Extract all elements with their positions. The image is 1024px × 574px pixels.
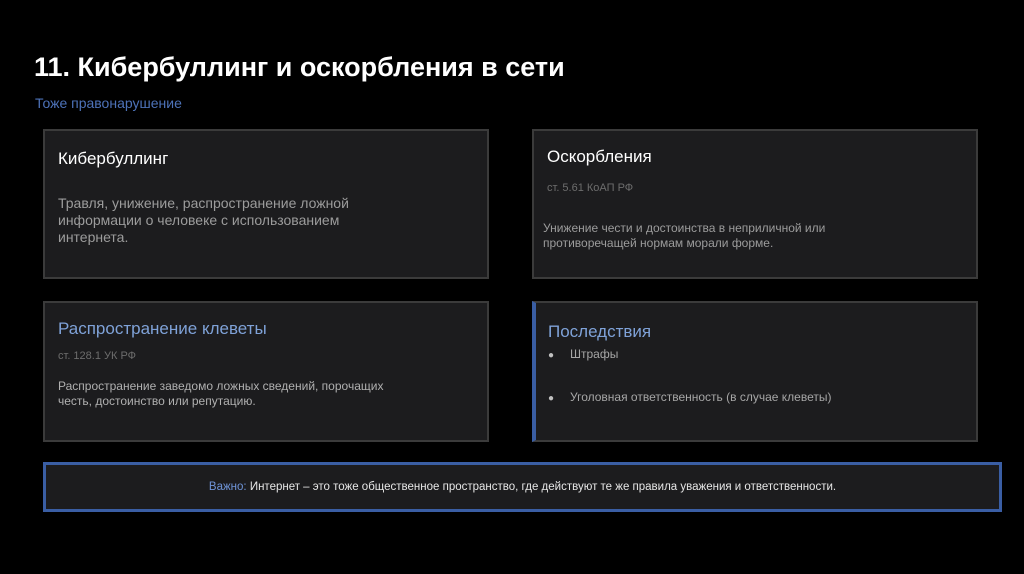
bullet-icon: ●: [548, 393, 555, 404]
important-note-text: Важно: Интернет – это тоже общественное …: [46, 481, 999, 493]
law-reference: ст. 128.1 УК РФ: [58, 350, 137, 362]
important-label: Важно:: [208, 481, 247, 493]
list-item-text: Штрафы: [570, 347, 619, 361]
card-description: Травля, унижение, распространение ложной…: [58, 195, 349, 245]
card-cyberbullying: Кибербуллинг Травля, унижение, распростр…: [43, 129, 489, 279]
slide-title: 11. Кибербуллинг и оскорбления в сети: [34, 52, 565, 82]
card-description: Унижение чести и достоинства в неприличн…: [543, 221, 826, 250]
card-description: Распространение заведомо ложных сведений…: [58, 379, 384, 408]
card-title: Распространение клеветы: [58, 319, 267, 338]
slide-subtitle: Тоже правонарушение: [35, 95, 182, 111]
card-title: Оскорбления: [547, 147, 652, 166]
list-item: ● Уголовная ответственность (в случае кле…: [548, 390, 831, 404]
list-item: ● Штрафы: [548, 347, 618, 361]
bullet-icon: ●: [548, 350, 555, 361]
important-body: Интернет – это тоже общественное простра…: [249, 481, 837, 493]
card-title: Последствия: [548, 322, 652, 341]
important-note: Важно: Интернет – это тоже общественное …: [43, 462, 1002, 512]
list-item-text: Уголовная ответственность (в случае клев…: [570, 390, 832, 404]
card-slander: Распространение клеветы ст. 128.1 УК РФ …: [43, 301, 489, 442]
card-insults: Оскорбления ст. 5.61 КоАП РФ Унижение че…: [532, 129, 978, 279]
law-reference: ст. 5.61 КоАП РФ: [547, 182, 634, 194]
card-consequences: Последствия ● Штрафы ● Уголовная ответстве…: [532, 301, 978, 442]
card-title: Кибербуллинг: [58, 149, 169, 168]
